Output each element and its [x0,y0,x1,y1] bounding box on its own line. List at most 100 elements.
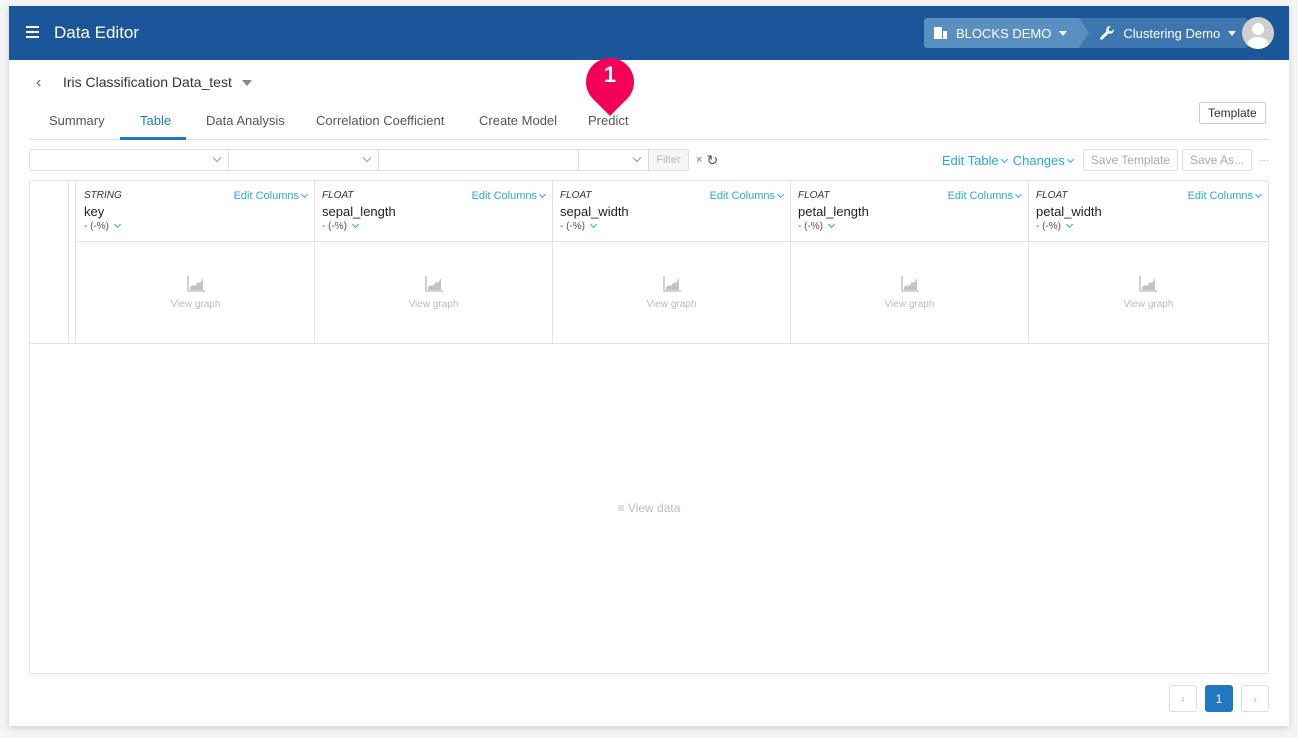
filter-condition-select[interactable] [579,149,649,171]
edit-table-label: Edit Table [941,152,999,168]
refresh-icon[interactable]: ↻ [706,149,718,171]
area-chart-icon [187,276,205,292]
edit-columns-label: Edit Columns [947,190,1013,202]
chevron-down-icon[interactable] [1065,220,1074,229]
edit-columns-label: Edit Columns [1187,190,1253,202]
table-actions: Edit Table Changes Save Template Save As… [942,149,1269,171]
edit-columns-dropdown[interactable]: Edit Columns [710,190,785,202]
column-stat: - (-%) [322,220,546,232]
column-header: FLOAT sepal_length - (-%) Edit Columns [315,181,552,242]
chevron-down-icon[interactable] [351,220,360,229]
column-stat: - (-%) [560,220,784,232]
org-selector[interactable]: BLOCKS DEMO [924,18,1090,48]
edit-columns-label: Edit Columns [233,190,299,202]
chevron-down-icon [300,190,309,199]
column-header: FLOAT petal_length - (-%) Edit Columns [791,181,1028,242]
chevron-down-icon [1014,190,1023,199]
save-as-button[interactable]: Save As... [1181,149,1252,171]
column-stat-text: - (-%) [1036,221,1061,232]
menu-icon[interactable] [26,26,39,38]
clear-filter-icon[interactable]: × [696,149,702,171]
chevron-down-icon[interactable] [827,220,836,229]
column-header: FLOAT sepal_width - (-%) Edit Columns [553,181,790,242]
view-graph-button[interactable]: View graph [315,242,552,342]
column-name: sepal_width [560,204,629,219]
column-petal_width: FLOAT petal_width - (-%) Edit Columns Vi… [1029,181,1268,343]
row-selector-gutter [69,181,76,343]
project-selector[interactable]: Clustering Demo [1079,18,1249,48]
tab-correlation-coefficient[interactable]: Correlation Coefficient [316,113,444,128]
chevron-down-icon [776,190,785,199]
back-arrow-icon[interactable]: ‹ [36,74,41,92]
wrench-icon [1100,26,1115,40]
app-title: Data Editor [54,23,140,42]
area-chart-icon [1139,276,1157,292]
app-window: Data Editor BLOCKS DEMO Clustering Demo [9,6,1289,726]
area-chart-icon [425,276,443,292]
save-template-button[interactable]: Save Template [1082,149,1178,171]
chevron-down-icon [538,190,547,199]
filter-bar: Filter × ↻ [29,149,718,171]
filter-button[interactable]: Filter [649,149,689,171]
view-graph-button[interactable]: View graph [553,242,790,342]
prev-page-button[interactable]: ‹ [1169,685,1197,712]
column-name: sepal_length [322,204,396,219]
edit-columns-dropdown[interactable]: Edit Columns [471,190,547,202]
edit-columns-dropdown[interactable]: Edit Columns [233,190,309,202]
filter-column-select[interactable] [29,149,229,171]
column-header: FLOAT petal_width - (-%) Edit Columns [1029,181,1268,242]
tab-create-model[interactable]: Create Model [479,113,557,128]
tab-table[interactable]: Table [140,113,171,128]
chevron-down-icon [1000,155,1008,163]
view-graph-label: View graph [408,299,459,310]
filter-operator-select[interactable] [229,149,379,171]
column-stat: - (-%) [84,220,308,232]
building-icon [934,27,947,39]
view-graph-button[interactable]: View graph [77,242,314,342]
chevron-down-icon [1254,190,1263,199]
column-name: key [84,204,105,219]
caret-down-icon [241,80,252,87]
chevron-down-icon [632,153,642,163]
column-headers: STRING key - (-%) Edit Columns View grap… [77,181,1268,343]
caret-down-icon [1059,30,1068,36]
filter-value-input[interactable] [379,149,579,171]
column-stat-text: - (-%) [798,221,823,232]
pagination: ‹ 1 › [1169,685,1277,712]
caret-down-icon [1228,30,1237,36]
callout-number: 1 [603,62,617,87]
chevron-down-icon [1066,155,1074,163]
view-graph-label: View graph [1123,299,1174,310]
column-stat: - (-%) [1036,220,1262,232]
column-stat-text: - (-%) [322,221,347,232]
edit-table-dropdown[interactable]: Edit Table [941,152,1008,168]
edit-columns-label: Edit Columns [471,190,537,202]
edit-columns-dropdown[interactable]: Edit Columns [947,190,1023,202]
column-name: petal_width [1036,204,1102,219]
view-graph-label: View graph [884,299,935,310]
data-divider [30,343,1268,344]
view-graph-button[interactable]: View graph [1029,242,1268,342]
next-page-button[interactable]: › [1241,685,1269,712]
page-button-current[interactable]: 1 [1205,685,1233,712]
edit-columns-dropdown[interactable]: Edit Columns [1187,190,1263,202]
tab-data-analysis[interactable]: Data Analysis [206,113,285,128]
view-graph-button[interactable]: View graph [791,242,1028,342]
changes-label: Changes [1012,152,1065,168]
tab-predict[interactable]: Predict [588,113,628,128]
chevron-down-icon [212,153,222,163]
view-data-button[interactable]: ≡ View data [30,501,1268,515]
column-stat-text: - (-%) [84,221,109,232]
changes-dropdown[interactable]: Changes [1012,152,1074,168]
active-tab-indicator [120,137,186,140]
chevron-down-icon[interactable] [589,220,598,229]
tab-summary[interactable]: Summary [49,113,105,128]
more-options-icon[interactable]: ··· [1259,155,1269,166]
user-avatar[interactable] [1242,17,1274,49]
chevron-down-icon[interactable] [113,220,122,229]
column-header: STRING key - (-%) Edit Columns [77,181,314,242]
column-sepal_width: FLOAT sepal_width - (-%) Edit Columns Vi… [553,181,791,343]
dataset-selector[interactable]: Iris Classification Data_test [63,74,252,90]
template-button[interactable]: Template [1199,102,1266,124]
column-stat: - (-%) [798,220,1022,232]
